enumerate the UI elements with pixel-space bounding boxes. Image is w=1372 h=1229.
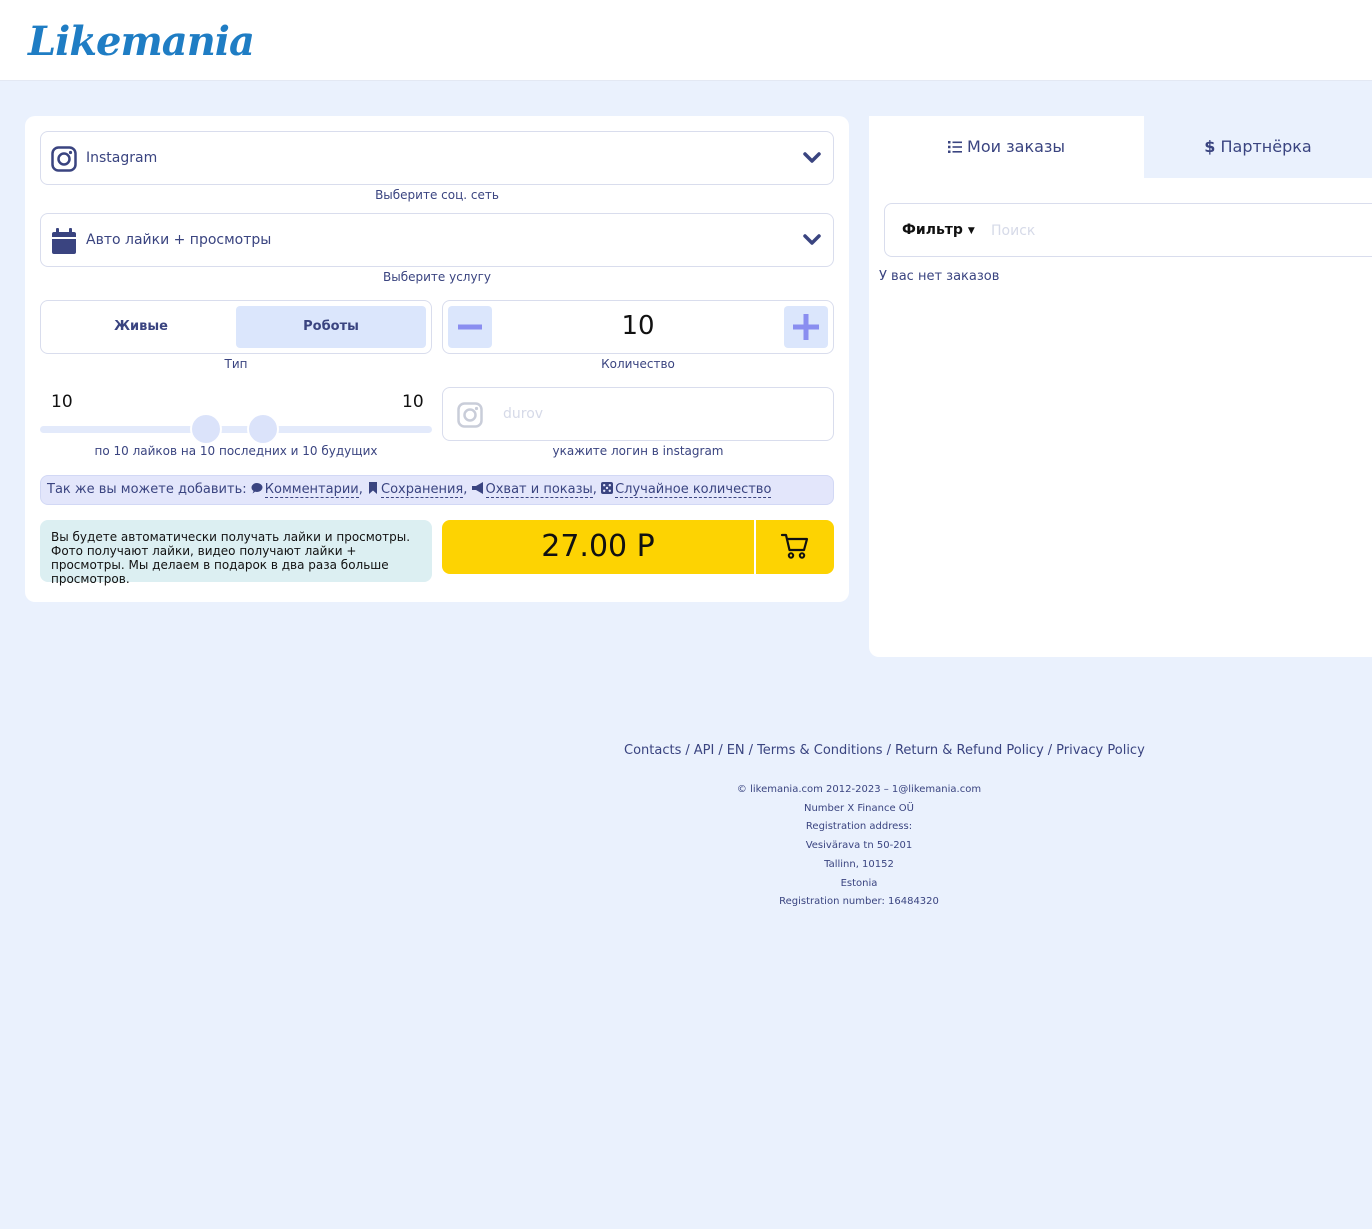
range-slider-handle-right[interactable]	[247, 413, 279, 445]
order-form: Instagram Выберите соц. сеть Авто лайки …	[25, 116, 849, 602]
footer-city: Tallinn, 10152	[824, 858, 894, 870]
tab-my-orders-label: Мои заказы	[967, 137, 1066, 156]
range-hint: по 10 лайков на 10 последних и 10 будущи…	[94, 444, 378, 458]
minus-icon	[458, 324, 482, 330]
quantity-stepper: 10	[442, 300, 834, 354]
login-input[interactable]: durov	[442, 387, 834, 441]
network-select[interactable]: Instagram	[40, 131, 834, 185]
filter-label: Фильтр	[902, 222, 963, 238]
orders-filter-bar: Фильтр ▼ Поиск	[884, 203, 1372, 257]
dice-icon	[601, 482, 614, 494]
login-hint: укажите логин в instagram	[552, 444, 724, 458]
footer-company-info: © likemania.com 2012-2023 – 1@likemania.…	[709, 781, 1009, 912]
range-max-value: 10	[402, 392, 424, 412]
addon-link-reach[interactable]: Охват и показы	[485, 482, 593, 498]
quantity-value[interactable]: 10	[503, 311, 773, 341]
footer-copyright: © likemania.com 2012-2023 – 1@likemania.…	[736, 784, 982, 795]
plus-icon	[793, 314, 819, 340]
orders-panel: Мои заказы $ Партнёрка Фильтр ▼ Поиск У …	[869, 116, 1372, 657]
cart-button[interactable]	[756, 520, 834, 574]
addon-link-saves[interactable]: Сохранения	[381, 482, 464, 498]
range-slider-handle-left[interactable]	[190, 413, 222, 445]
service-hint: Выберите услугу	[383, 270, 491, 284]
footer-separator: /	[685, 743, 690, 758]
empty-orders-message: У вас нет заказов	[879, 269, 1000, 284]
instagram-icon	[51, 146, 77, 172]
addons-prefix: Так же вы можете добавить:	[47, 482, 247, 497]
login-placeholder: durov	[503, 406, 544, 422]
footer-link-language[interactable]: EN	[727, 743, 745, 758]
chevron-down-icon	[803, 152, 821, 163]
footer-links: Contacts / API / EN / Terms & Conditions / Retur…	[624, 743, 1145, 758]
megaphone-icon	[471, 482, 483, 494]
addons-bar: Так же вы можете добавить: Комментарии, …	[40, 475, 834, 505]
search-input[interactable]: Поиск	[991, 223, 1035, 239]
footer-link-privacy[interactable]: Privacy Policy	[1056, 743, 1145, 758]
footer-link-contacts[interactable]: Contacts	[624, 743, 681, 758]
footer-country: Estonia	[840, 877, 878, 889]
increase-button[interactable]	[784, 306, 828, 348]
type-hint: Тип	[224, 357, 248, 371]
order-price-button[interactable]: 27.00 Р	[442, 520, 754, 574]
site-header: Likemania	[0, 0, 1372, 81]
comment-icon	[251, 483, 263, 494]
network-value: Instagram	[86, 150, 158, 166]
footer-link-api[interactable]: API	[694, 743, 715, 758]
range-min-value: 10	[51, 392, 73, 412]
footer-separator: /	[886, 743, 891, 758]
range-slider-track[interactable]	[40, 426, 432, 433]
site-logo[interactable]: Likemania	[28, 18, 255, 65]
chevron-down-icon	[803, 234, 821, 245]
footer-separator: /	[718, 743, 723, 758]
list-icon	[947, 141, 962, 153]
footer-link-terms[interactable]: Terms & Conditions	[757, 743, 883, 758]
footer-link-refund[interactable]: Return & Refund Policy	[895, 743, 1044, 758]
decrease-button[interactable]	[448, 306, 492, 348]
type-option-live[interactable]: Живые	[46, 306, 236, 348]
cart-icon	[780, 533, 809, 559]
footer-registration-number: Registration number: 16484320	[779, 896, 939, 908]
footer-separator: /	[748, 743, 754, 758]
tab-my-orders[interactable]: Мои заказы	[869, 116, 1144, 178]
dollar-icon: $	[1204, 137, 1216, 156]
network-hint: Выберите соц. сеть	[375, 188, 499, 202]
service-info: Вы будете автоматически получать лайки и…	[40, 520, 432, 586]
type-option-bots[interactable]: Роботы	[236, 306, 426, 348]
tab-affiliate-label: Партнёрка	[1220, 137, 1312, 156]
service-select[interactable]: Авто лайки + просмотры	[40, 213, 834, 267]
quantity-hint: Количество	[601, 357, 675, 371]
bookmark-icon	[369, 482, 378, 494]
footer-separator: /	[1047, 743, 1053, 758]
caret-down-icon: ▼	[967, 226, 975, 236]
type-toggle: Живые Роботы	[40, 300, 432, 354]
addon-link-comments[interactable]: Комментарии	[264, 482, 359, 498]
filter-dropdown[interactable]: Фильтр ▼	[902, 222, 975, 238]
instagram-icon	[457, 402, 483, 428]
addon-link-random[interactable]: Случайное количество	[615, 482, 772, 498]
service-value: Авто лайки + просмотры	[86, 232, 272, 248]
footer-street: Vesivärava tn 50-201	[805, 840, 913, 852]
footer-company-name: Number X Finance OÜ	[803, 802, 914, 814]
calendar-icon	[52, 228, 76, 254]
tab-affiliate[interactable]: $ Партнёрка	[1144, 116, 1372, 178]
footer-address-label: Registration address:	[805, 821, 913, 833]
